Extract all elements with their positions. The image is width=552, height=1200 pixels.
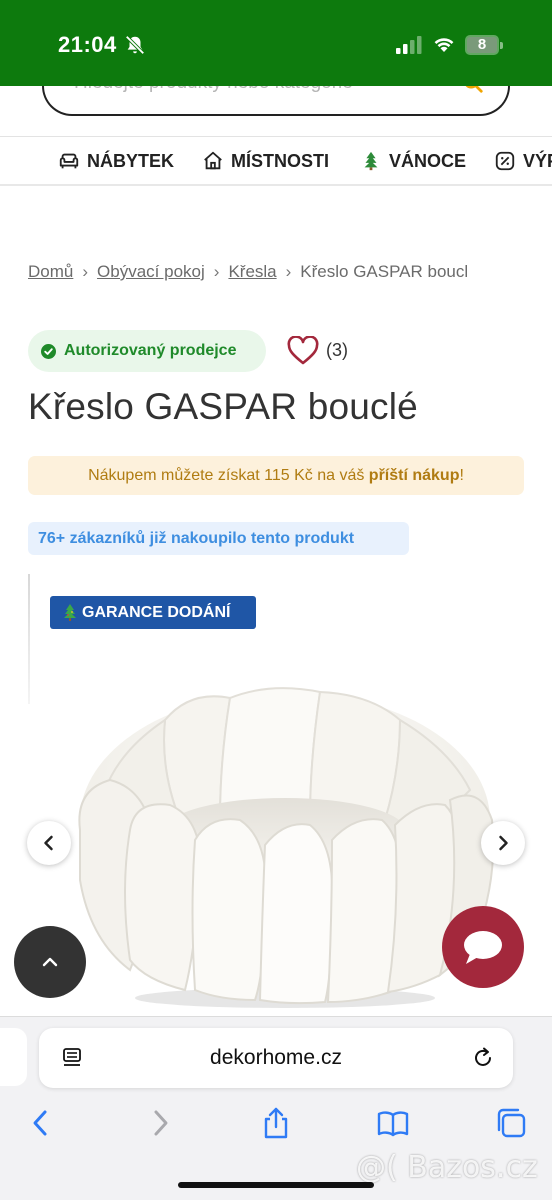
battery-indicator: 8 [465,35,503,55]
chevron-right-icon: › [82,262,89,281]
product-image[interactable] [70,680,500,1010]
favorites-count: (3) [326,340,348,360]
category-label: MÍSTNOSTI [231,150,329,171]
loyalty-link[interactable]: příští nákup [369,467,460,485]
divider [0,184,552,186]
breadcrumb-link-armchairs[interactable]: Křesla [228,262,276,282]
loyalty-text: Nákupem můžete získat 115 Kč na váš [88,466,369,484]
category-label: VÁNOCE [389,150,467,171]
chevron-right-icon [499,835,508,851]
tabs-icon[interactable] [494,1106,528,1140]
chevron-right-icon: › [213,262,220,281]
delivery-badge-label: GARANCE DODÁNÍ [82,603,231,621]
house-icon [204,151,222,170]
battery-level: 8 [477,36,487,53]
category-item-furniture[interactable]: NÁBYTEK [58,149,174,173]
christmas-tree-icon [364,151,378,171]
category-nav: NÁBYTEK MÍSTNOSTI VÁNOCE VÝP [0,137,552,184]
chat-bubble-icon [464,931,502,964]
watermark: @( Bazos.cz [356,1150,538,1185]
previous-tab-preview[interactable] [0,1028,27,1086]
loyalty-banner: Nákupem můžete získat 115 Kč na váš příš… [28,456,524,495]
back-icon[interactable] [24,1106,58,1140]
category-item-sale[interactable]: VÝP [494,149,552,173]
sofa-icon [59,153,79,169]
url-text: dekorhome.cz [210,1046,342,1069]
bookmarks-icon[interactable] [376,1106,410,1140]
seller-badge-label: Autorizovaný prodejce [64,342,237,359]
status-bar: 21:04 8 [0,0,552,86]
forward-icon[interactable] [143,1106,177,1140]
bell-off-icon [125,35,145,55]
breadcrumb-current: Křeslo GASPAR boucl [300,262,469,281]
check-circle-icon [41,343,56,359]
percent-icon [495,151,515,171]
loyalty-suffix: ! [459,466,464,484]
address-bar[interactable]: dekorhome.cz [39,1028,513,1088]
customers-purchased-badge: 76+ zákazníků již nakoupilo tento produk… [28,522,409,555]
category-item-christmas[interactable]: VÁNOCE [360,149,466,173]
breadcrumb: Domů › Obývací pokoj › Křesla › Křeslo GASPAR … [28,262,524,286]
delivery-guarantee-badge: GARANCE DODÁNÍ [50,596,256,629]
chevron-left-icon [44,835,53,851]
status-time: 21:04 [58,32,117,57]
wifi-icon [434,38,454,52]
page: Hledejte produkty nebo kategorie 21:04 8 [0,0,552,1200]
heart-icon[interactable] [287,336,319,366]
chevron-right-icon: › [285,262,292,281]
category-label: VÝP [523,150,552,171]
gallery-edge [28,574,30,704]
home-indicator[interactable] [178,1182,374,1188]
scroll-to-top-button[interactable] [14,926,86,998]
chevron-up-icon [42,957,58,967]
cellular-signal-icon [396,36,422,54]
gallery-next-button[interactable] [481,821,525,865]
category-item-rooms[interactable]: MÍSTNOSTI [202,149,329,173]
breadcrumb-link-home[interactable]: Domů [28,262,73,282]
share-icon[interactable] [259,1106,293,1140]
product-title: Křeslo GASPAR bouclé [28,386,418,427]
authorized-seller-badge: Autorizovaný prodejce [28,330,266,372]
reload-icon[interactable] [471,1045,495,1069]
breadcrumb-link-living-room[interactable]: Obývací pokoj [97,262,205,282]
gallery-prev-button[interactable] [27,821,71,865]
chat-button[interactable] [442,906,524,988]
category-label: NÁBYTEK [87,150,175,171]
christmas-tree-icon [64,603,76,621]
